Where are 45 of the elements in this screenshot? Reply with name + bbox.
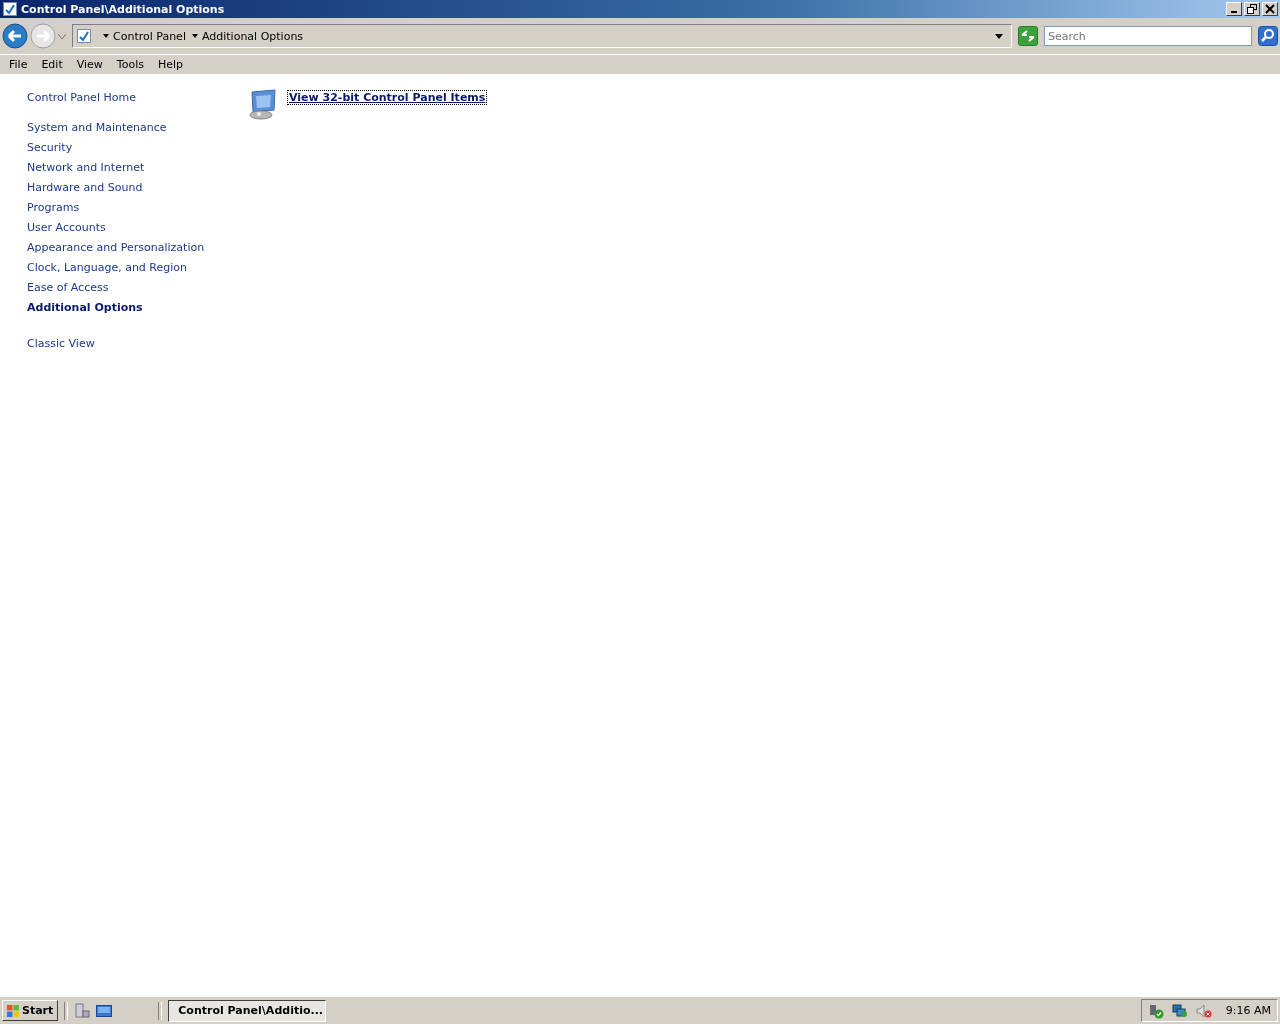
dropdown-icon[interactable]	[995, 33, 1003, 39]
sidebar-link[interactable]: Appearance and Personalization	[27, 238, 217, 258]
sidebar-link[interactable]: Hardware and Sound	[27, 178, 217, 198]
search-field[interactable]: Search	[1044, 26, 1252, 46]
sidebar-link[interactable]: Security	[27, 138, 217, 158]
sidebar-link[interactable]: User Accounts	[27, 218, 217, 238]
sidebar-link[interactable]: Ease of Access	[27, 278, 217, 298]
minimize-button[interactable]	[1226, 2, 1242, 16]
menu-item[interactable]: Tools	[109, 58, 151, 71]
menu-item[interactable]: Edit	[34, 58, 70, 71]
search-icon[interactable]	[1258, 26, 1278, 46]
restore-button[interactable]	[1244, 2, 1260, 16]
checklist-icon	[3, 2, 17, 16]
sidebar-link[interactable]: Clock, Language, and Region	[27, 258, 217, 278]
sidebar-link[interactable]: System and Maintenance	[27, 118, 217, 138]
menu-item[interactable]: View	[69, 58, 110, 71]
sidebar-link[interactable]: Network and Internet	[27, 158, 217, 178]
desktop-icon[interactable]	[96, 1002, 113, 1019]
clock[interactable]: 9:16 AM	[1225, 1004, 1271, 1017]
breadcrumb[interactable]: Additional Options	[201, 29, 304, 43]
network-icon[interactable]	[1171, 1002, 1188, 1019]
breadcrumb[interactable]: Control Panel	[113, 29, 186, 43]
start-button[interactable]: Start	[2, 1000, 59, 1021]
back-button[interactable]	[2, 23, 28, 49]
window-title: Control Panel\Additional Options	[21, 2, 226, 16]
minimize-icon	[1231, 11, 1237, 13]
taskbar-button[interactable]: Control Panel\Additio...	[168, 999, 327, 1022]
sidebar-link[interactable]: Control Panel Home	[27, 88, 217, 108]
refresh-button[interactable]	[1018, 26, 1038, 46]
caret-icon[interactable]	[103, 34, 109, 38]
close-button[interactable]	[1262, 2, 1278, 16]
close-icon	[1265, 4, 1275, 14]
sidebar-link[interactable]: Classic View	[27, 334, 217, 354]
caret-icon[interactable]	[191, 34, 198, 38]
address-bar[interactable]: Control Panel Additional Options	[72, 24, 1012, 48]
monitor-icon	[247, 88, 279, 120]
menu-item[interactable]: File	[2, 58, 35, 71]
flag-icon	[7, 1004, 19, 1017]
checklist-icon	[77, 29, 91, 43]
restore-icon	[1247, 4, 1257, 14]
sidebar-link[interactable]: Additional Options	[27, 298, 217, 318]
sidebar-link[interactable]: Programs	[27, 198, 217, 218]
speaker-icon[interactable]	[1195, 1002, 1212, 1019]
task-link[interactable]: View 32-bit Control Panel Items	[287, 90, 488, 105]
menu-item[interactable]: Help	[150, 58, 191, 71]
